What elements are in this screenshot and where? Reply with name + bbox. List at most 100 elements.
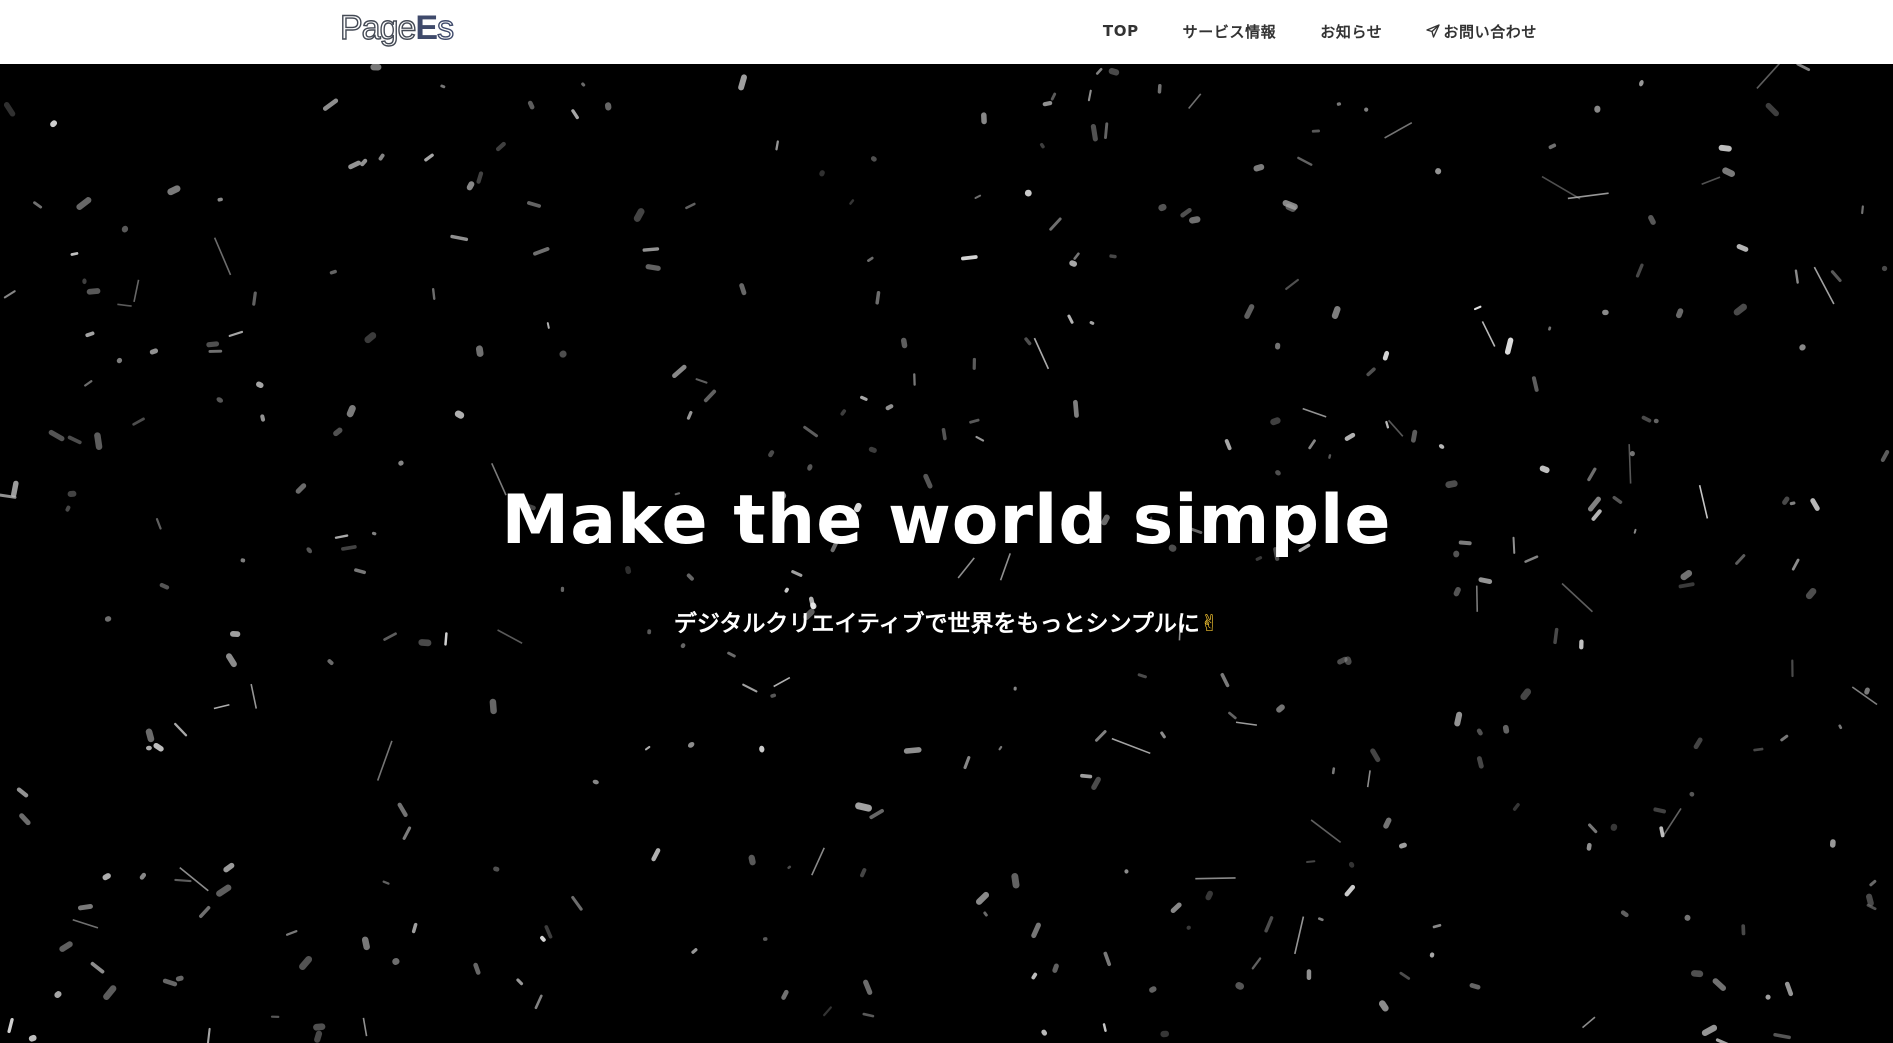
background-particle bbox=[1864, 687, 1870, 695]
background-particle bbox=[862, 1012, 875, 1018]
background-particle bbox=[742, 683, 758, 693]
background-particle bbox=[1220, 673, 1230, 688]
nav-item-contact[interactable]: お問い合わせ bbox=[1426, 21, 1537, 42]
background-particle bbox=[1675, 308, 1684, 319]
background-particle bbox=[54, 991, 62, 999]
background-particle bbox=[1050, 92, 1057, 101]
background-particle bbox=[1090, 123, 1098, 142]
background-particle bbox=[392, 957, 400, 965]
background-particle bbox=[1880, 449, 1890, 463]
background-particle bbox=[1680, 569, 1693, 581]
background-particle bbox=[1031, 972, 1038, 980]
background-particle bbox=[1659, 826, 1665, 838]
background-particle bbox=[1453, 586, 1461, 597]
background-particle bbox=[1328, 454, 1332, 459]
background-particle bbox=[1588, 823, 1598, 834]
background-particle bbox=[1378, 1000, 1389, 1012]
nav-item-news[interactable]: お知らせ bbox=[1320, 21, 1382, 42]
background-particle bbox=[1251, 957, 1262, 970]
background-particle bbox=[1306, 860, 1316, 863]
background-particle bbox=[322, 98, 339, 111]
background-particle bbox=[1718, 144, 1732, 152]
background-particle bbox=[411, 922, 418, 934]
background-particle bbox=[159, 582, 170, 590]
background-particle bbox=[1205, 890, 1213, 901]
background-particle bbox=[870, 156, 877, 162]
background-particle bbox=[117, 303, 132, 307]
logo-text-page: Page bbox=[339, 8, 417, 47]
background-particle bbox=[132, 417, 145, 426]
background-particle bbox=[1149, 986, 1157, 993]
background-particle bbox=[1722, 167, 1736, 177]
background-particle bbox=[250, 683, 258, 709]
background-particle bbox=[1838, 724, 1843, 730]
background-particle bbox=[773, 676, 791, 688]
background-particle bbox=[1235, 982, 1245, 990]
background-particle bbox=[1830, 270, 1842, 283]
background-particle bbox=[329, 269, 337, 275]
hero-subtitle: デジタルクリエイティブで世界をもっとシンプルに✌ bbox=[0, 608, 1893, 640]
background-particle bbox=[571, 109, 579, 120]
background-particle bbox=[1370, 748, 1381, 763]
background-particle bbox=[739, 283, 747, 296]
background-particle bbox=[998, 745, 1003, 751]
background-particle bbox=[975, 891, 990, 905]
background-particle bbox=[642, 247, 660, 252]
background-particle bbox=[1103, 951, 1112, 967]
background-particle bbox=[167, 185, 181, 196]
site-logo[interactable]: Page Es bbox=[339, 8, 454, 52]
background-particle bbox=[85, 331, 95, 338]
background-particle bbox=[19, 813, 31, 826]
background-particle bbox=[644, 745, 651, 751]
background-particle bbox=[941, 427, 947, 441]
background-particle bbox=[1805, 587, 1817, 600]
logo-text-e: E bbox=[415, 9, 438, 47]
background-particle bbox=[1469, 983, 1481, 990]
background-particle bbox=[145, 728, 155, 743]
background-particle bbox=[139, 872, 147, 880]
background-particle bbox=[559, 350, 567, 358]
background-particle bbox=[560, 586, 565, 593]
background-particle bbox=[175, 975, 184, 982]
background-particle bbox=[974, 194, 982, 199]
background-particle bbox=[1033, 337, 1050, 370]
background-particle bbox=[70, 252, 79, 256]
background-particle bbox=[1691, 970, 1704, 978]
background-particle bbox=[1689, 791, 1695, 797]
nav-item-service[interactable]: サービス情報 bbox=[1183, 21, 1277, 42]
background-particle bbox=[1275, 342, 1281, 350]
background-particle bbox=[1712, 978, 1727, 991]
background-particle bbox=[1478, 577, 1493, 585]
background-particle bbox=[199, 906, 211, 918]
background-particle bbox=[1653, 418, 1659, 424]
background-particle bbox=[103, 985, 117, 1001]
background-particle bbox=[1548, 143, 1557, 150]
background-particle bbox=[775, 140, 779, 151]
background-particle bbox=[1042, 100, 1053, 107]
background-particle bbox=[1851, 686, 1878, 706]
site-header: Page Es TOP サービス情報 お知らせ お問い合わせ bbox=[0, 0, 1893, 64]
background-particle bbox=[1331, 767, 1336, 775]
background-particle bbox=[703, 389, 717, 403]
background-particle bbox=[1160, 731, 1166, 739]
background-particle bbox=[1385, 420, 1390, 429]
background-particle bbox=[1052, 963, 1059, 973]
background-particle bbox=[94, 432, 103, 450]
background-particle bbox=[1773, 1032, 1791, 1040]
background-particle bbox=[1310, 819, 1342, 844]
background-particle bbox=[981, 112, 987, 125]
background-particle bbox=[431, 288, 436, 300]
background-particle bbox=[1481, 321, 1496, 347]
background-particle bbox=[1158, 203, 1167, 212]
background-particle bbox=[963, 756, 971, 770]
background-particle bbox=[1398, 842, 1407, 849]
background-particle bbox=[849, 199, 855, 205]
background-particle bbox=[213, 237, 232, 276]
background-particle bbox=[1548, 326, 1552, 331]
nav-item-top[interactable]: TOP bbox=[1103, 22, 1139, 40]
hero-title: Make the world simple bbox=[501, 481, 1392, 560]
background-particle bbox=[1861, 205, 1864, 215]
background-particle bbox=[807, 464, 813, 471]
background-particle bbox=[1387, 419, 1404, 437]
background-particle bbox=[1693, 737, 1703, 750]
